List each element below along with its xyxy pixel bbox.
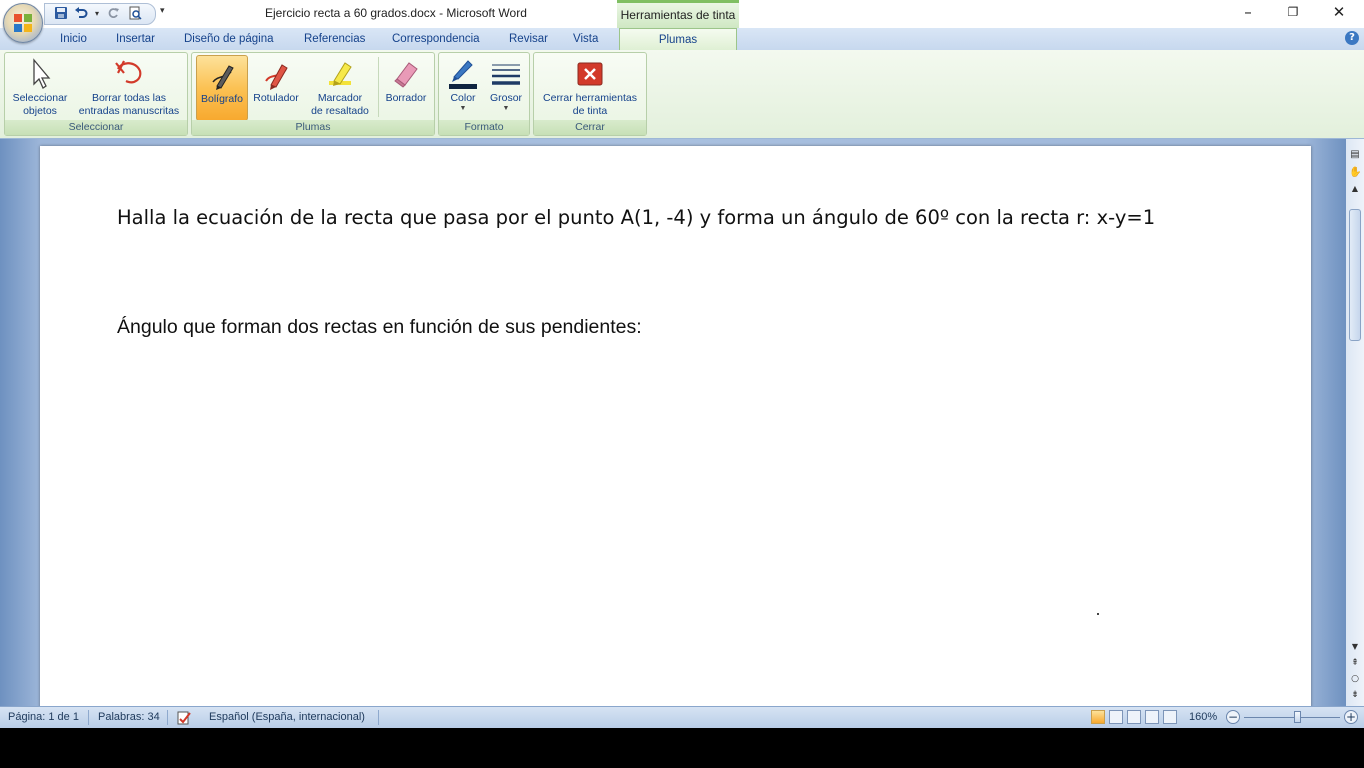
full-screen-reading-view-icon[interactable] [1109, 710, 1123, 724]
group-cerrar: Cerrar herramientas de tinta Cerrar [533, 52, 647, 136]
scroll-up-icon[interactable]: ▲ [1349, 183, 1361, 195]
next-page-icon[interactable]: ⇟ [1349, 689, 1361, 701]
zoom-slider-thumb[interactable] [1294, 711, 1301, 723]
ribbon-tab-bar: Inicio Insertar Diseño de página Referen… [0, 28, 1364, 50]
felt-tip-pen-icon [265, 64, 288, 90]
document-line-1[interactable]: Halla la ecuación de la recta que pasa p… [117, 206, 1155, 229]
status-separator [88, 710, 89, 725]
undo-dropdown-icon[interactable]: ▾ [89, 6, 105, 22]
ink-tools-label: Herramientas de tinta [620, 8, 736, 22]
print-preview-icon[interactable] [127, 6, 143, 22]
select-objects-button[interactable]: Seleccionar objetos [7, 55, 73, 121]
group-cerrar-label: Cerrar [534, 120, 646, 135]
eraser-label: Borrador [385, 92, 427, 104]
office-logo-icon [14, 14, 32, 32]
title-bar: ▾ ▾ Ejercicio recta a 60 grados.docx - M… [0, 0, 1364, 28]
word-window: ▾ ▾ Ejercicio recta a 60 grados.docx - M… [0, 0, 1364, 728]
pen-weight-label: Grosor [489, 92, 523, 104]
close-button[interactable]: ✕ [1316, 0, 1362, 26]
save-icon[interactable] [53, 6, 69, 22]
highlighter-button[interactable]: Marcador de resaltado [304, 55, 376, 121]
quick-access-toolbar: ▾ [44, 3, 156, 25]
group-seleccionar: Seleccionar objetos Borrar todas las ent… [4, 52, 188, 136]
restore-button[interactable]: ❐ [1270, 0, 1316, 26]
draft-view-icon[interactable] [1163, 710, 1177, 724]
redo-icon[interactable] [105, 6, 121, 22]
pen-color-button[interactable]: Color ▼ [441, 55, 485, 121]
status-bar: Página: 1 de 1 Palabras: 34 Español (Esp… [0, 706, 1364, 728]
close-ink-tools-label: Cerrar herramientas de tinta [543, 92, 637, 117]
group-formato-label: Formato [439, 120, 529, 135]
erase-all-ink-icon [115, 60, 142, 84]
pan-hand-icon[interactable]: ✋ [1349, 167, 1361, 179]
language-indicator[interactable]: Español (España, internacional) [209, 707, 365, 728]
ruler-toggle-icon[interactable]: ▤ [1349, 149, 1361, 161]
group-divider [378, 57, 379, 117]
group-seleccionar-label: Seleccionar [5, 120, 187, 135]
status-separator [167, 710, 168, 725]
pen-color-icon [449, 60, 477, 89]
minimize-button[interactable]: – [1225, 0, 1271, 26]
vertical-scrollbar[interactable]: ▤ ✋ ▲ ▼ ⇞ ○ ⇟ [1346, 139, 1364, 706]
pen-weight-button[interactable]: Grosor ▼ [485, 55, 527, 121]
previous-page-icon[interactable]: ⇞ [1349, 657, 1361, 669]
highlighter-label: Marcador de resaltado [311, 92, 369, 117]
help-icon[interactable]: ? [1345, 31, 1359, 45]
tab-plumas[interactable]: Plumas [619, 28, 737, 50]
group-plumas: Bolígrafo Rotulador Marcador de resaltad… [191, 52, 435, 136]
web-layout-view-icon[interactable] [1127, 710, 1141, 724]
eraser-button[interactable]: Borrador [380, 55, 432, 121]
pen-color-dropdown-icon: ▼ [459, 105, 467, 112]
zoom-level[interactable]: 160% [1189, 707, 1217, 728]
page-count[interactable]: Página: 1 de 1 [8, 707, 79, 728]
view-buttons [1087, 708, 1183, 727]
zoom-out-button[interactable]: − [1226, 710, 1240, 724]
zoom-in-button[interactable]: + [1344, 710, 1358, 724]
tab-vista[interactable]: Vista [573, 28, 598, 50]
undo-icon[interactable] [73, 6, 89, 22]
erase-all-ink-button[interactable]: Borrar todas las entradas manuscritas [73, 55, 185, 121]
zoom-slider-track[interactable] [1244, 717, 1340, 718]
ink-dot [1097, 613, 1099, 615]
ribbon: Seleccionar objetos Borrar todas las ent… [0, 50, 1364, 139]
document-page[interactable]: Halla la ecuación de la recta que pasa p… [40, 146, 1311, 716]
felt-tip-pen-button[interactable]: Rotulador [248, 55, 304, 121]
close-ink-tools-button[interactable]: Cerrar herramientas de tinta [536, 55, 644, 121]
eraser-icon [394, 62, 418, 88]
ballpoint-pen-button[interactable]: Bolígrafo [196, 55, 248, 121]
word-count[interactable]: Palabras: 34 [98, 707, 160, 728]
print-layout-view-icon[interactable] [1091, 710, 1105, 724]
ink-tools-context-header: Herramientas de tinta [617, 0, 739, 28]
close-ink-tools-icon [577, 62, 603, 86]
outline-view-icon[interactable] [1145, 710, 1159, 724]
cursor-arrow-icon [33, 58, 51, 89]
tab-referencias[interactable]: Referencias [304, 28, 365, 50]
document-area: Halla la ecuación de la recta que pasa p… [0, 139, 1346, 716]
tab-correspondencia[interactable]: Correspondencia [392, 28, 480, 50]
scroll-thumb[interactable] [1349, 209, 1361, 341]
select-objects-label: Seleccionar objetos [12, 92, 68, 117]
window-title: Ejercicio recta a 60 grados.docx - Micro… [265, 6, 527, 20]
document-line-2[interactable]: Ángulo que forman dos rectas en función … [117, 316, 642, 339]
tab-diseno-de-pagina[interactable]: Diseño de página [184, 28, 274, 50]
pen-color-label: Color [450, 92, 476, 104]
pen-weight-dropdown-icon: ▼ [502, 105, 510, 112]
tab-insertar[interactable]: Insertar [116, 28, 155, 50]
highlighter-icon [329, 62, 352, 86]
tab-inicio[interactable]: Inicio [60, 28, 87, 50]
scroll-down-icon[interactable]: ▼ [1349, 641, 1361, 653]
ballpoint-pen-label: Bolígrafo [200, 93, 244, 105]
felt-tip-pen-label: Rotulador [253, 92, 299, 104]
proofing-icon[interactable] [176, 707, 192, 728]
browse-object-icon[interactable]: ○ [1349, 673, 1361, 685]
office-button[interactable] [3, 3, 43, 43]
customize-qat-icon[interactable]: ▾ [160, 6, 165, 16]
tab-revisar[interactable]: Revisar [509, 28, 548, 50]
group-plumas-label: Plumas [192, 120, 434, 135]
status-separator [378, 710, 379, 725]
pen-weight-icon [492, 64, 520, 85]
group-formato: Color ▼ Grosor ▼ Formato [438, 52, 530, 136]
erase-all-ink-label: Borrar todas las entradas manuscritas [78, 92, 180, 117]
ballpoint-pen-icon [212, 65, 234, 90]
